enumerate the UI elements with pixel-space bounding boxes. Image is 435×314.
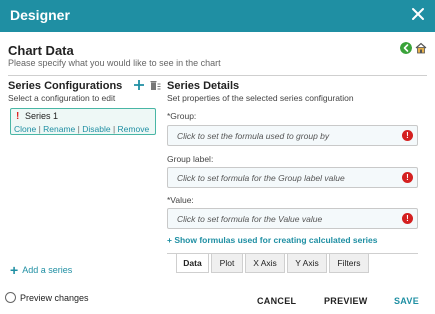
series-item[interactable]: ! Series 1 Clone | Rename | Disable | Re… — [10, 108, 156, 135]
show-formulas-link[interactable]: + Show formulas used for creating calcul… — [167, 235, 377, 245]
value-formula-placeholder: Click to set formula for the Value value — [177, 214, 323, 224]
series-details-subtitle: Set properties of the selected series co… — [167, 93, 354, 103]
series-details-title: Series Details — [167, 80, 240, 92]
cancel-button[interactable]: CANCEL — [257, 296, 296, 306]
warning-icon: ! — [16, 111, 20, 122]
add-icon[interactable] — [133, 79, 145, 91]
header-icons — [400, 42, 427, 54]
tab-x-axis[interactable]: X Axis — [245, 254, 285, 273]
value-formula-field[interactable]: Click to set formula for the Value value… — [167, 208, 418, 229]
disable-link[interactable]: Disable — [82, 124, 110, 134]
plus-icon: + — [10, 262, 19, 278]
page-title: Chart Data — [8, 43, 74, 58]
clone-link[interactable]: Clone — [14, 124, 36, 134]
group-label-formula-placeholder: Click to set formula for the Group label… — [177, 173, 345, 183]
tab-data[interactable]: Data — [176, 254, 209, 273]
series-tools — [133, 79, 161, 91]
radio-button[interactable] — [5, 292, 16, 303]
delete-icon[interactable] — [149, 79, 161, 91]
group-label-formula-field[interactable]: Click to set formula for the Group label… — [167, 167, 418, 188]
page-subtitle: Please specify what you would like to se… — [8, 58, 221, 68]
tab-filters[interactable]: Filters — [329, 254, 369, 273]
separator: | — [110, 124, 118, 134]
group-label-label: Group label: — [167, 154, 214, 164]
preview-changes-toggle[interactable]: Preview changes — [5, 292, 89, 303]
save-button[interactable]: SAVE — [394, 296, 419, 306]
header-divider — [8, 75, 427, 76]
home-icon[interactable] — [415, 42, 427, 54]
group-label: *Group: — [167, 111, 197, 121]
preview-changes-label: Preview changes — [20, 292, 89, 303]
group-formula-placeholder: Click to set the formula used to group b… — [177, 131, 330, 141]
value-label: *Value: — [167, 195, 194, 205]
close-icon[interactable] — [409, 5, 427, 23]
error-icon: ! — [402, 172, 413, 183]
tab-y-axis[interactable]: Y Axis — [287, 254, 327, 273]
series-name: Series 1 — [25, 111, 59, 121]
back-arrow-icon[interactable] — [400, 42, 412, 54]
series-configurations-title: Series Configurations — [8, 80, 123, 92]
preview-button[interactable]: PREVIEW — [324, 296, 368, 306]
error-icon: ! — [402, 213, 413, 224]
add-series-label: Add a series — [22, 265, 73, 275]
rename-link[interactable]: Rename — [43, 124, 75, 134]
add-series-button[interactable]: + Add a series — [10, 262, 73, 278]
series-actions: Clone | Rename | Disable | Remove — [14, 124, 149, 134]
dialog-titlebar: Designer — [0, 0, 435, 32]
error-icon: ! — [402, 130, 413, 141]
series-configurations-subtitle: Select a configuration to edit — [8, 93, 116, 103]
remove-link[interactable]: Remove — [118, 124, 150, 134]
dialog-title: Designer — [10, 7, 70, 23]
tab-plot[interactable]: Plot — [211, 254, 243, 273]
group-formula-field[interactable]: Click to set the formula used to group b… — [167, 125, 418, 146]
